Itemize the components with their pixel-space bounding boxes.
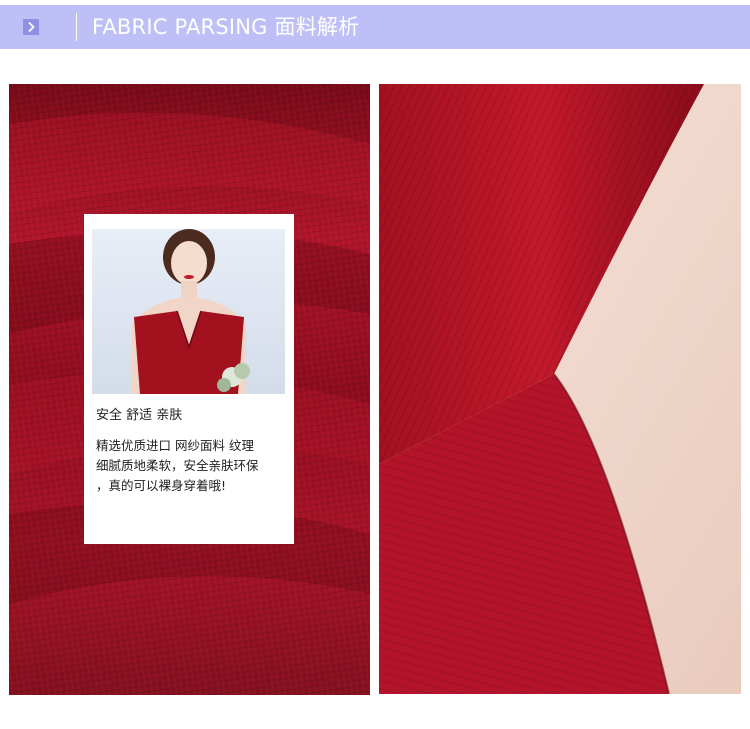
model-photo [92,229,285,394]
card-description-line: 细腻质地柔软，安全亲肤环保 [96,458,259,473]
chevron-right-icon [23,19,39,35]
fabric-info-card: 安全 舒适 亲肤 精选优质进口 网纱面料 纹理 细腻质地柔软，安全亲肤环保 ，真… [84,214,294,544]
card-description: 精选优质进口 网纱面料 纹理 细腻质地柔软，安全亲肤环保 ，真的可以裸身穿着哦! [96,436,286,496]
section-title: FABRIC PARSING 面料解析 [92,15,360,39]
dress-closeup-photo-right [379,84,741,694]
card-description-line: 精选优质进口 网纱面料 纹理 [96,438,254,453]
card-heading: 安全 舒适 亲肤 [96,408,183,423]
header-divider [76,13,77,41]
card-description-line: ，真的可以裸身穿着哦! [96,478,227,493]
section-header: FABRIC PARSING 面料解析 [0,5,750,49]
